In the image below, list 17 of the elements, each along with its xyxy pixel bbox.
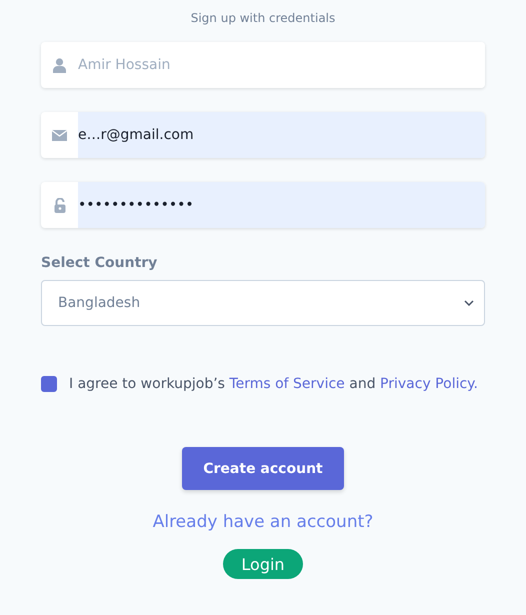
create-account-button[interactable]: Create account (182, 447, 344, 490)
country-select[interactable]: Bangladesh (41, 280, 485, 326)
chevron-down-icon (464, 300, 474, 306)
privacy-link[interactable]: Privacy Policy. (380, 376, 478, 392)
terms-link[interactable]: Terms of Service (229, 376, 345, 392)
login-button[interactable]: Login (223, 549, 303, 579)
user-icon (53, 58, 66, 72)
name-field[interactable]: Amir Hossain (41, 42, 485, 88)
email-field[interactable]: e…r@gmail.com (41, 112, 485, 158)
password-field[interactable]: •••••••••••••• (41, 182, 485, 228)
agree-checkbox[interactable] (41, 376, 57, 392)
padlock-icon (54, 198, 66, 212)
agree-text: I agree to workupjob’s Terms of Service and Privacy Policy. (69, 376, 478, 392)
form-subtitle: Sign up with credentials (190, 11, 336, 25)
envelope-icon (52, 130, 67, 140)
login-prompt-link[interactable]: Already have an account? (152, 512, 374, 532)
country-label: Select Country (41, 255, 158, 271)
